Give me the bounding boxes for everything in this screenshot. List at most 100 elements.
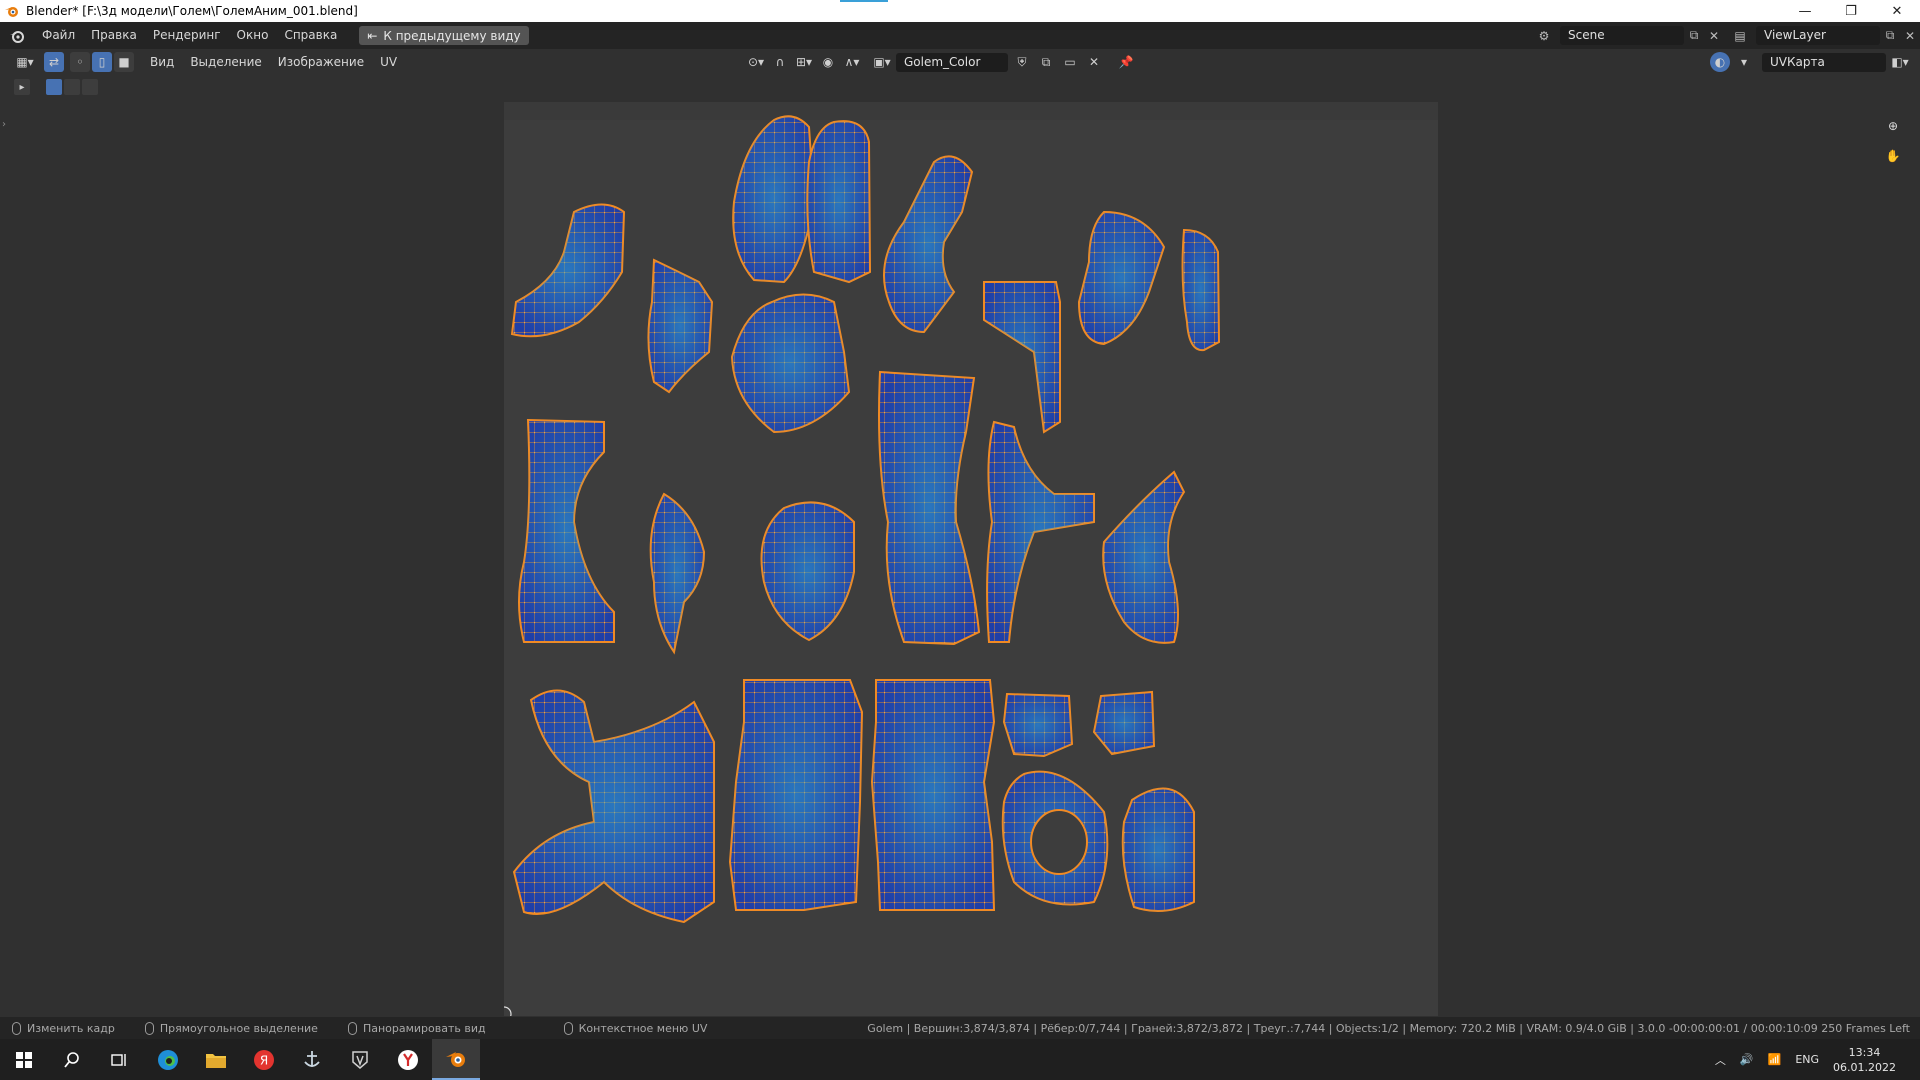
image-browse-icon[interactable]: ▣▾ — [872, 52, 892, 72]
uv-sync-selection-icon[interactable]: ⇄ — [44, 52, 64, 72]
clock[interactable]: 13:34 06.01.2022 — [1833, 1045, 1896, 1075]
pin-icon[interactable]: 📌 — [1116, 52, 1136, 72]
titlebar-accent — [840, 0, 888, 2]
select-extend-icon[interactable] — [64, 79, 80, 95]
falloff-icon[interactable]: ∧▾ — [842, 52, 862, 72]
svg-text:Я: Я — [260, 1053, 268, 1067]
menu-file[interactable]: Файл — [34, 22, 83, 49]
window-controls: — ❐ ✕ — [1782, 0, 1920, 22]
window-title: Blender* [F:\3д модели\Голем\ГолемАним_0… — [26, 4, 358, 18]
open-image-icon[interactable]: ▭ — [1060, 52, 1080, 72]
hint-uv-context-menu: Контекстное меню UV — [563, 1021, 708, 1035]
proportional-edit-icon[interactable]: ◉ — [818, 52, 838, 72]
scene-new-icon[interactable]: ⧉ — [1684, 26, 1704, 46]
snap-icon[interactable]: ∩ — [770, 52, 790, 72]
header-menu-select[interactable]: Выделение — [182, 49, 269, 76]
navigation-gizmo: ⊕ ✋ — [1882, 115, 1904, 167]
search-icon[interactable] — [48, 1039, 96, 1080]
minimize-button[interactable]: — — [1782, 0, 1828, 22]
mouse-right-icon — [563, 1021, 573, 1035]
scene-selector-group: ⚙ Scene ⧉ ✕ ▤ ViewLayer ⧉ ✕ — [1534, 22, 1920, 49]
language-indicator[interactable]: ENG — [1795, 1053, 1819, 1066]
pan-hand-icon[interactable]: ✋ — [1882, 145, 1904, 167]
viewlayer-new-icon[interactable]: ⧉ — [1880, 26, 1900, 46]
world-of-tanks-icon[interactable] — [336, 1039, 384, 1080]
uvmap-field[interactable]: UVКарта — [1762, 52, 1886, 72]
uv-editor-header: ▦▾ ⇄ ◦ ▯ ■ Вид Выделение Изображение UV … — [0, 49, 1920, 75]
edge-select-icon[interactable]: ▯ — [92, 52, 112, 72]
fake-user-icon[interactable]: ⛨ — [1012, 52, 1032, 72]
tool-select-icon[interactable]: ▸ — [14, 79, 30, 95]
pivot-icon[interactable]: ⊙▾ — [746, 52, 766, 72]
close-button[interactable]: ✕ — [1874, 0, 1920, 22]
yandex-browser-icon[interactable]: Я — [240, 1039, 288, 1080]
maximize-button[interactable]: ❐ — [1828, 0, 1874, 22]
volume-icon[interactable]: 🔊 — [1740, 1053, 1754, 1066]
start-windows-icon[interactable] — [0, 1039, 48, 1080]
hint-box-select-label: Прямоугольное выделение — [159, 1021, 318, 1035]
menu-edit[interactable]: Правка — [83, 22, 145, 49]
select-subtract-icon[interactable] — [82, 79, 98, 95]
mouse-left-icon — [12, 1021, 21, 1035]
top-menu-bar: Файл Правка Рендеринг Окно Справка ⇤ К п… — [0, 22, 1920, 49]
scene-delete-icon[interactable]: ✕ — [1704, 26, 1724, 46]
tool-settings-bar: ▸ — [0, 75, 1920, 101]
uv-island-shading — [730, 680, 862, 910]
blender-taskbar-icon[interactable] — [432, 1039, 480, 1080]
clock-date: 06.01.2022 — [1833, 1060, 1896, 1074]
status-bar: Изменить кадр Прямоугольное выделение Па… — [0, 1017, 1920, 1039]
windows-taskbar: Я ︿ 🔊 📶 ENG 13:34 06.01.2022 — [0, 1039, 1920, 1080]
yandex-app-icon[interactable] — [384, 1039, 432, 1080]
new-image-icon[interactable]: ⧉ — [1036, 52, 1056, 72]
back-to-previous-button[interactable]: ⇤ К предыдущему виду — [359, 26, 529, 45]
header-menu-image[interactable]: Изображение — [270, 49, 372, 76]
vertex-select-icon[interactable]: ◦ — [70, 52, 90, 72]
scene-icon[interactable]: ⚙ — [1534, 26, 1554, 46]
back-icon: ⇤ — [367, 28, 378, 43]
header-menu-view[interactable]: Вид — [142, 49, 182, 76]
select-new-icon[interactable] — [46, 79, 62, 95]
hint-box-select: Прямоугольное выделение — [144, 1021, 318, 1035]
tray-chevron-icon[interactable]: ︿ — [1715, 1052, 1726, 1068]
viewlayer-delete-icon[interactable]: ✕ — [1900, 26, 1920, 46]
overlay-icon[interactable]: ◐ — [1710, 52, 1730, 72]
snap-target-icon[interactable]: ⊞▾ — [794, 52, 814, 72]
edge-browser-icon[interactable] — [144, 1039, 192, 1080]
file-explorer-icon[interactable] — [192, 1039, 240, 1080]
uv-island-shading — [1004, 694, 1072, 756]
menu-render[interactable]: Рендеринг — [145, 22, 229, 49]
blender-app-icon — [5, 7, 18, 17]
mouse-middle-icon — [347, 1021, 357, 1035]
clock-time: 13:34 — [1848, 1045, 1881, 1059]
display-channels-icon[interactable]: ◧▾ — [1890, 52, 1910, 72]
uv-editor-viewport[interactable]: › ⊕ ✋ — [0, 101, 1920, 1017]
task-view-icon[interactable] — [96, 1039, 144, 1080]
header-menu-uv[interactable]: UV — [372, 49, 405, 76]
viewlayer-field[interactable]: ViewLayer — [1756, 26, 1880, 45]
select-mode-group — [46, 79, 98, 95]
scene-field[interactable]: Scene — [1560, 26, 1684, 45]
face-select-icon[interactable]: ■ — [114, 52, 134, 72]
hint-pan-view: Панорамировать вид — [347, 1021, 486, 1035]
warships-icon[interactable] — [288, 1039, 336, 1080]
hint-uv-context-label: Контекстное меню UV — [578, 1021, 708, 1035]
header-right-tools: ◐ ▾ UVКарта ◧▾ — [1710, 52, 1910, 72]
uv-island-shading — [872, 680, 994, 910]
network-icon[interactable]: 📶 — [1768, 1053, 1782, 1066]
image-name-field[interactable]: Golem_Color — [896, 52, 1008, 72]
menu-help[interactable]: Справка — [276, 22, 345, 49]
blender-menu-icon[interactable] — [0, 28, 34, 44]
unlink-image-icon[interactable]: ✕ — [1084, 52, 1104, 72]
editor-type-icon[interactable]: ▦▾ — [10, 52, 40, 72]
uv-island-hole — [1030, 809, 1088, 875]
viewlayer-icon[interactable]: ▤ — [1730, 26, 1750, 46]
hint-change-frame-label: Изменить кадр — [27, 1021, 115, 1035]
uv-layout-canvas[interactable] — [504, 102, 1438, 1016]
mouse-drag-icon — [144, 1021, 154, 1035]
system-tray: ︿ 🔊 📶 ENG 13:34 06.01.2022 — [1715, 1039, 1920, 1080]
toolbar-expand-icon[interactable]: › — [2, 119, 6, 130]
hint-pan-view-label: Панорамировать вид — [362, 1021, 486, 1035]
zoom-icon[interactable]: ⊕ — [1882, 115, 1904, 137]
overlay-dropdown-icon[interactable]: ▾ — [1734, 52, 1754, 72]
menu-window[interactable]: Окно — [229, 22, 277, 49]
